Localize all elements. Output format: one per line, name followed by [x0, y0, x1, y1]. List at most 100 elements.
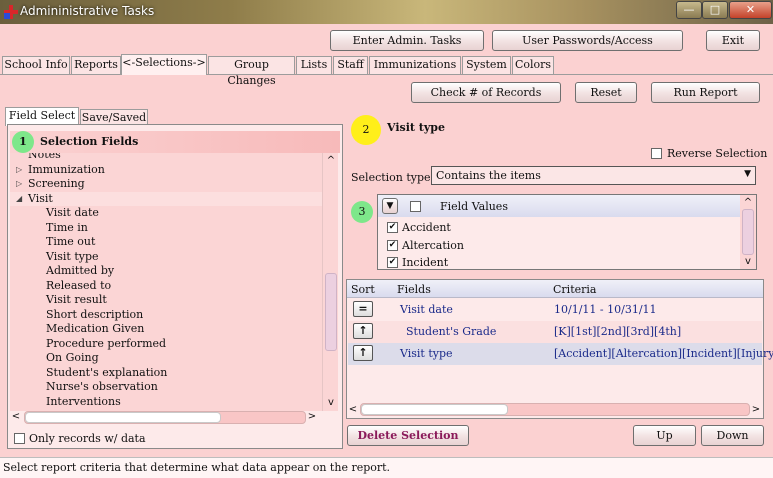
tree-horizontal-scrollbar[interactable] — [24, 411, 306, 424]
tree-item[interactable]: Medication Given — [10, 322, 322, 337]
check-records-button[interactable]: Check # of Records — [411, 82, 561, 103]
column-header-criteria: Criteria — [553, 283, 597, 296]
exit-button[interactable]: Exit — [706, 30, 760, 51]
tree-expander-icon[interactable]: ▷ — [16, 177, 22, 191]
user-passwords-access-button[interactable]: User Passwords/Access — [492, 30, 683, 51]
tab-immunizations[interactable]: Immunizations — [369, 56, 461, 74]
tree-scroll-right-button[interactable]: > — [306, 411, 318, 423]
tree-item[interactable]: Nurse's observation — [10, 380, 322, 395]
tree-item[interactable]: Student's explanation — [10, 366, 322, 381]
minimize-button[interactable]: — — [676, 1, 702, 19]
tab-reports[interactable]: Reports — [71, 56, 121, 74]
tree-item[interactable]: Time out — [10, 235, 322, 250]
tree-expander-icon[interactable]: ◢ — [16, 192, 22, 206]
tab-school-info[interactable]: School Info — [2, 56, 70, 74]
tab-group-changes[interactable]: Group Changes — [208, 56, 295, 87]
field-value-label: Accident — [402, 221, 451, 234]
tab-system[interactable]: System — [462, 56, 511, 74]
window-title: Admininistrative Tasks — [20, 4, 155, 18]
tree-item[interactable]: Notes — [10, 153, 322, 163]
checkmark-icon: ✔ — [388, 239, 397, 250]
tree-scroll-thumb[interactable] — [325, 273, 337, 351]
field-values-scroll-down-button[interactable]: v — [742, 256, 754, 268]
field-value-label: Altercation — [402, 238, 465, 252]
delete-selection-button[interactable]: Delete Selection — [347, 425, 469, 446]
tree-item[interactable]: Procedure performed — [10, 337, 322, 352]
checkmark-icon: ✔ — [388, 222, 397, 232]
tree-item[interactable]: Released to — [10, 279, 322, 294]
field-values-scroll-thumb[interactable] — [742, 209, 754, 255]
only-records-checkbox[interactable] — [14, 433, 25, 444]
tree-vertical-scrollbar[interactable]: ^ v — [322, 153, 338, 411]
grid-scroll-right-button[interactable]: > — [750, 404, 762, 416]
tree-scroll-left-button[interactable]: < — [10, 411, 22, 423]
tree-item-label: Admitted by — [46, 264, 115, 277]
reset-button[interactable]: Reset — [575, 82, 637, 103]
criteria-field-name: Visit type — [400, 347, 453, 360]
tree-item-label: Immunization — [28, 162, 105, 176]
field-values-list: ▼ Field Values ✔ Accident ✔ Altercation ✔ Inc… — [377, 194, 757, 270]
tab-colors[interactable]: Colors — [512, 56, 554, 74]
tab-selections[interactable]: <-Selections-> — [121, 54, 207, 75]
tree-item[interactable]: ▷ Screening — [10, 177, 322, 192]
sort-toggle-button[interactable]: = — [353, 301, 373, 317]
tree-item-label: Medication Given — [46, 322, 145, 335]
tree-item-label: Interventions — [46, 394, 121, 408]
tree-item-label: Nurse's observation — [46, 380, 158, 393]
maximize-button[interactable]: □ — [702, 1, 728, 19]
move-down-button[interactable]: Down — [701, 425, 764, 446]
field-values-scrollbar[interactable]: ^ v — [740, 195, 756, 269]
selection-type-dropdown[interactable]: Contains the items ▼ — [431, 166, 756, 185]
tree-item[interactable]: Visit date — [10, 206, 322, 221]
tree-item[interactable]: ◢ Visit — [10, 191, 322, 206]
field-value-checkbox[interactable]: ✔ — [387, 239, 398, 251]
toggle-all-values-button[interactable]: ▼ — [382, 198, 398, 214]
criteria-value: [K][1st][2nd][3rd][4th] — [554, 325, 682, 338]
tree-item-label: Visit result — [46, 293, 107, 306]
tree-item-label: Screening — [28, 177, 85, 190]
tree-hscroll-thumb[interactable] — [25, 412, 221, 423]
criteria-field-name: Visit date — [400, 303, 453, 316]
select-all-values-checkbox[interactable] — [410, 201, 421, 212]
tree-item[interactable]: Interventions — [10, 395, 322, 410]
tree-item[interactable]: Admitted by — [10, 264, 322, 279]
field-value-checkbox[interactable]: ✔ — [387, 222, 398, 233]
tree-scroll-up-button[interactable]: ^ — [325, 155, 337, 167]
app-logo-icon — [4, 5, 18, 19]
tree-item[interactable]: Time in — [10, 221, 322, 236]
tree-item-label: Student's explanation — [46, 365, 168, 379]
field-tree[interactable]: Notes ▷ Immunization ▷ Screening ◢ Visit Visit … — [10, 153, 322, 411]
tree-item[interactable]: Visit type — [10, 250, 322, 265]
tree-item[interactable]: On Going — [10, 351, 322, 366]
sort-toggle-button[interactable]: ↑ — [353, 345, 373, 361]
close-window-button[interactable]: ✕ — [729, 1, 772, 19]
criteria-row[interactable]: = Visit date 10/1/11 - 10/31/11 — [348, 299, 762, 321]
criteria-grid: Sort Fields Criteria = Visit date 10/1/11 … — [346, 279, 773, 419]
field-values-scroll-up-button[interactable]: ^ — [742, 197, 754, 209]
tree-item[interactable]: Visit result — [10, 293, 322, 308]
enter-admin-tasks-button[interactable]: Enter Admin. Tasks — [330, 30, 484, 51]
tree-item[interactable]: Short description — [10, 308, 322, 323]
checkmark-icon: ✔ — [388, 257, 397, 267]
tree-scroll-down-button[interactable]: v — [325, 397, 337, 409]
grid-hscroll-thumb[interactable] — [361, 404, 508, 415]
reverse-selection-checkbox[interactable] — [651, 148, 662, 159]
status-bar: Select report criteria that determine wh… — [0, 457, 773, 478]
grid-scroll-left-button[interactable]: < — [347, 404, 359, 416]
field-values-header — [378, 195, 740, 217]
tree-expander-icon[interactable]: ▷ — [16, 163, 22, 177]
sort-toggle-button[interactable]: ↑ — [353, 323, 373, 339]
tree-item[interactable]: ▷ Immunization — [10, 163, 322, 178]
run-report-button[interactable]: Run Report — [651, 82, 760, 103]
tab-staff[interactable]: Staff — [333, 56, 368, 74]
grid-horizontal-scrollbar[interactable] — [360, 403, 750, 416]
chevron-down-icon: ▼ — [744, 169, 751, 179]
tab-strip-divider — [0, 74, 773, 75]
tree-item-label: Short description — [46, 307, 144, 321]
move-up-button[interactable]: Up — [633, 425, 696, 446]
field-value-checkbox[interactable]: ✔ — [387, 257, 398, 268]
criteria-row[interactable]: ↑ Visit type [Accident][Altercation][Incid… — [348, 343, 773, 365]
tab-lists[interactable]: Lists — [296, 56, 332, 74]
selection-type-label: Selection type — [351, 171, 431, 184]
criteria-row[interactable]: ↑ Student's Grade [K][1st][2nd][3rd][4th] — [348, 321, 762, 343]
